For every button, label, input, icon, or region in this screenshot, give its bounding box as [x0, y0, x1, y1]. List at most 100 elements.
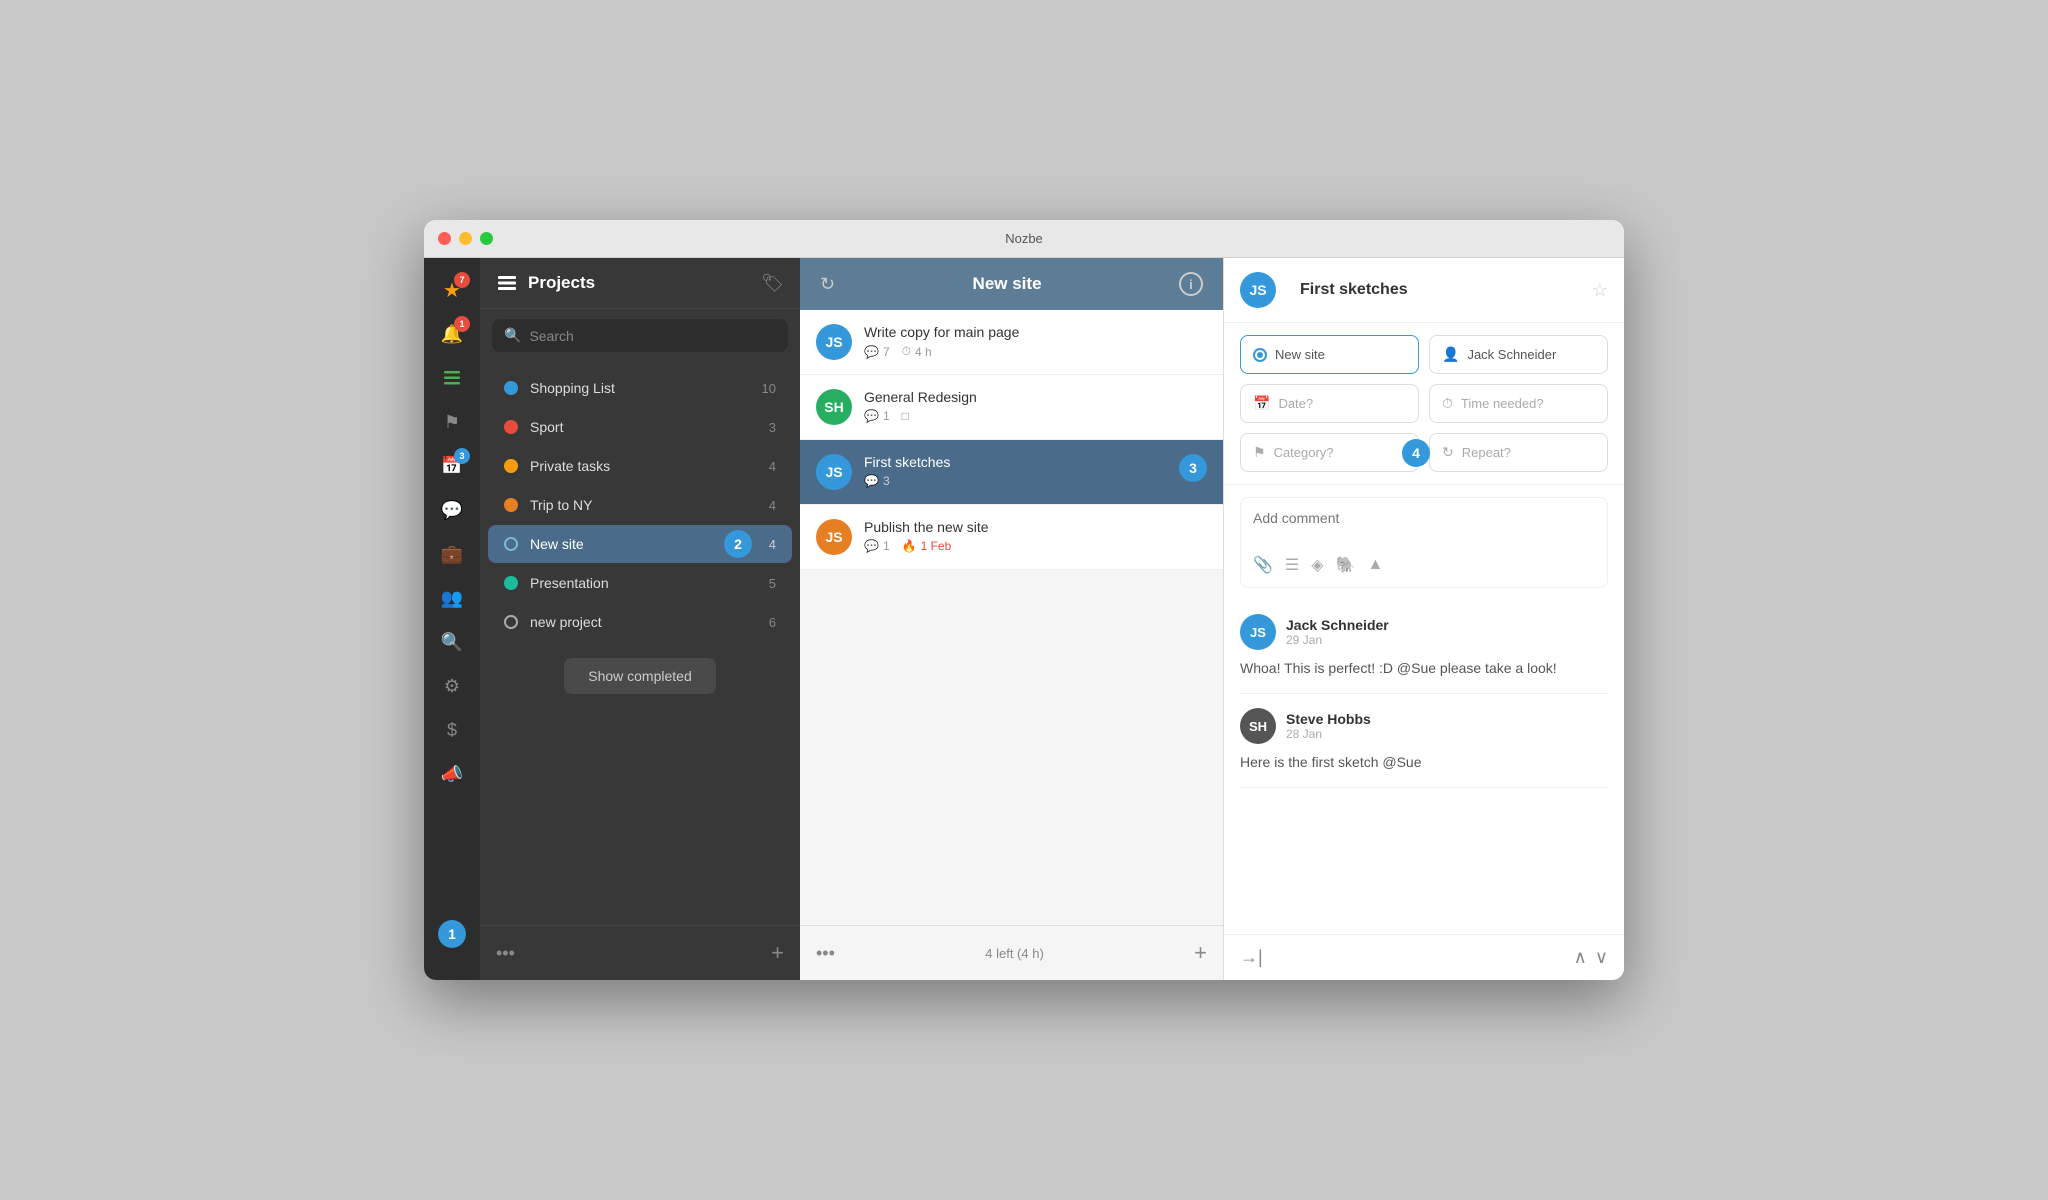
project-item-newproject[interactable]: new project 6 — [488, 603, 792, 641]
task-item[interactable]: SH General Redesign 💬 1 □ — [800, 375, 1223, 440]
add-task-button[interactable]: + — [1194, 940, 1207, 966]
repeat-icon: ↻ — [1442, 444, 1454, 461]
icon-bar: ★ 7 🔔 1 ⚑ 📅 3 — [424, 258, 480, 980]
sidebar-item-chat[interactable]: 💬 — [432, 490, 472, 530]
detail-task-title: First sketches — [1300, 281, 1580, 299]
traffic-lights — [438, 232, 493, 245]
priority-badge: 7 — [454, 272, 470, 288]
project-name: Presentation — [530, 575, 769, 591]
navigate-button[interactable]: →| — [1240, 947, 1263, 968]
panel-header-title: New site — [973, 274, 1042, 294]
task-panel-footer: ••• 4 left (4 h) + — [800, 925, 1223, 980]
app-window: Nozbe ★ 7 🔔 1 — [424, 220, 1624, 980]
project-dot — [504, 498, 518, 512]
task-item[interactable]: JS Publish the new site 💬 1 🔥 1 Feb — [800, 505, 1223, 570]
drive-icon[interactable]: ▲ — [1368, 556, 1384, 574]
project-count: 3 — [769, 420, 776, 435]
time-field[interactable]: ⏱ Time needed? — [1429, 384, 1608, 423]
sidebar-item-settings[interactable]: ⚙ — [432, 666, 472, 706]
project-item-private[interactable]: Private tasks 4 — [488, 447, 792, 485]
project-item-shopping[interactable]: Shopping List 10 — [488, 369, 792, 407]
project-name: new project — [530, 614, 769, 630]
detail-panel: JS First sketches ☆ New site 👤 Jack Schn… — [1224, 258, 1624, 980]
task-panel: ↻ New site i JS Write copy for main page… — [800, 258, 1224, 980]
attachment-icon[interactable]: 📎 — [1253, 555, 1273, 575]
task-meta: 💬 7 ⏱ 4 h — [864, 344, 1207, 359]
project-item-presentation[interactable]: Presentation 5 — [488, 564, 792, 602]
sidebar-item-work[interactable]: 💼 — [432, 534, 472, 574]
task-item[interactable]: JS Write copy for main page 💬 7 ⏱ 4 h — [800, 310, 1223, 375]
sidebar-more-button[interactable]: ••• — [496, 943, 515, 964]
sidebar-item-flags[interactable]: ⚑ — [432, 402, 472, 442]
evernote-icon[interactable]: 🐘 — [1336, 555, 1356, 575]
project-item-newsite[interactable]: New site 4 2 — [488, 525, 792, 563]
project-count: 4 — [769, 459, 776, 474]
dropbox-icon[interactable]: ◈ — [1311, 555, 1323, 575]
category-field[interactable]: ⚑ Category? 4 — [1240, 433, 1419, 472]
nav-up-button[interactable]: ∧ — [1574, 947, 1587, 968]
sidebar-item-announcements[interactable]: 📣 — [432, 754, 472, 794]
task-meta: 💬 3 — [864, 474, 1179, 488]
sidebar-item-billing[interactable]: $ — [432, 710, 472, 750]
info-icon[interactable]: i — [1179, 272, 1203, 296]
comment-text: Here is the first sketch @Sue — [1240, 752, 1608, 773]
show-completed-button[interactable]: Show completed — [564, 658, 716, 694]
checklist-icon[interactable]: ☰ — [1285, 555, 1299, 575]
category-placeholder: Category? — [1274, 445, 1334, 460]
repeat-field[interactable]: ↻ Repeat? — [1429, 433, 1608, 472]
add-project-button[interactable]: + — [771, 940, 784, 966]
list-icon — [442, 368, 462, 388]
nav-arrows: ∧ ∨ — [1574, 947, 1608, 968]
message-icon: □ — [902, 409, 909, 423]
close-button[interactable] — [438, 232, 451, 245]
task-title: Write copy for main page — [864, 324, 1207, 340]
clock-icon: ⏱ — [902, 344, 911, 359]
project-item-sport[interactable]: Sport 3 — [488, 408, 792, 446]
time-placeholder: Time needed? — [1461, 396, 1544, 411]
project-dot — [504, 615, 518, 629]
comment-author: Jack Schneider — [1286, 617, 1608, 633]
sidebar-item-search[interactable]: 🔍 — [432, 622, 472, 662]
task-content: Write copy for main page 💬 7 ⏱ 4 h — [864, 324, 1207, 359]
minimize-button[interactable] — [459, 232, 472, 245]
flag-field-icon: ⚑ — [1253, 444, 1266, 461]
project-count: 5 — [769, 576, 776, 591]
project-dot — [504, 420, 518, 434]
star-button[interactable]: ☆ — [1592, 280, 1608, 301]
tag-icon[interactable]: 🏷 — [761, 273, 784, 294]
assignee-field[interactable]: 👤 Jack Schneider — [1429, 335, 1608, 374]
avatar: SH — [816, 389, 852, 425]
comment-item: JS Jack Schneider 29 Jan Whoa! This is p… — [1240, 600, 1608, 694]
project-item-trip[interactable]: Trip to NY 4 — [488, 486, 792, 524]
comment-toolbar: 📎 ☰ ◈ 🐘 ▲ — [1253, 555, 1595, 575]
sidebar-item-priority[interactable]: ★ 7 — [432, 270, 472, 310]
project-count: 4 — [769, 498, 776, 513]
task-list: JS Write copy for main page 💬 7 ⏱ 4 h — [800, 310, 1223, 925]
megaphone-icon: 📣 — [441, 764, 463, 785]
comment-input[interactable] — [1253, 510, 1595, 542]
project-dot-icon — [1253, 348, 1267, 362]
message-icon-item: □ — [902, 409, 909, 423]
sidebar-item-calendar[interactable]: 📅 3 — [432, 446, 472, 486]
project-list: Shopping List 10 Sport 3 Private tasks 4 — [480, 362, 800, 925]
search-input[interactable] — [529, 328, 776, 344]
comment-date: 28 Jan — [1286, 727, 1608, 741]
date-field[interactable]: 📅 Date? — [1240, 384, 1419, 423]
detail-fields: New site 👤 Jack Schneider 📅 Date? ⏱ Time… — [1224, 323, 1624, 485]
maximize-button[interactable] — [480, 232, 493, 245]
task-item[interactable]: JS First sketches 💬 3 3 — [800, 440, 1223, 505]
title-bar: Nozbe — [424, 220, 1624, 258]
comments-section: JS Jack Schneider 29 Jan Whoa! This is p… — [1224, 600, 1624, 934]
project-name: Sport — [530, 419, 769, 435]
sidebar-item-team[interactable]: 👥 — [432, 578, 472, 618]
project-count: 6 — [769, 615, 776, 630]
calendar-badge: 3 — [454, 448, 470, 464]
project-field[interactable]: New site — [1240, 335, 1419, 374]
step-1-badge: 1 — [438, 920, 466, 948]
sync-icon[interactable]: ↻ — [820, 274, 835, 295]
app-title: Nozbe — [1005, 231, 1043, 246]
sidebar-item-projects[interactable] — [432, 358, 472, 398]
sidebar-item-notifications[interactable]: 🔔 1 — [432, 314, 472, 354]
more-options-button[interactable]: ••• — [816, 943, 835, 964]
nav-down-button[interactable]: ∨ — [1595, 947, 1608, 968]
